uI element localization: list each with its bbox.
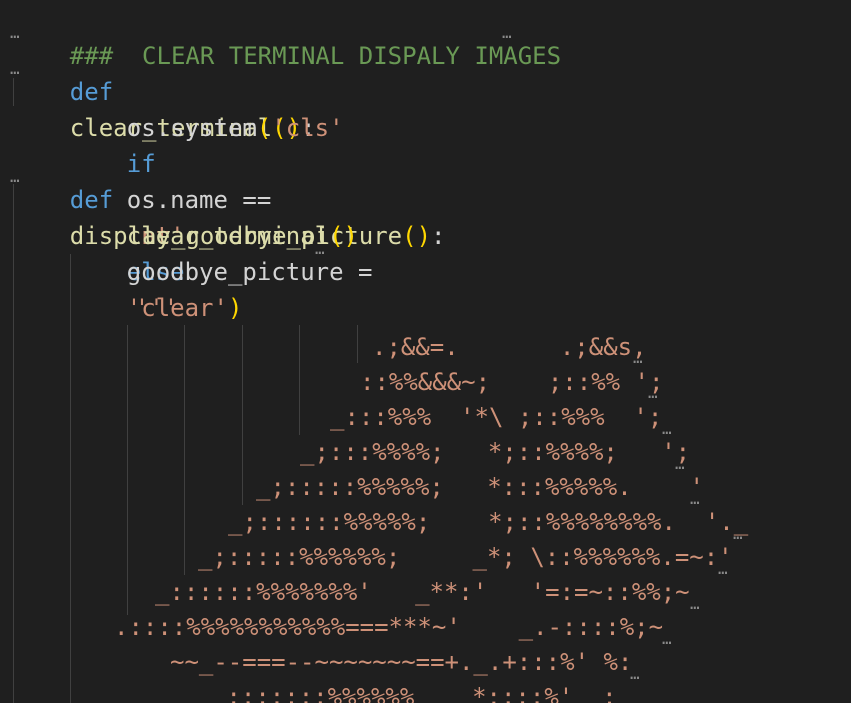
inline-hint-marker[interactable]: … bbox=[662, 421, 673, 437]
inline-hint-marker[interactable]: … bbox=[633, 350, 644, 366]
os-system-call: os.system bbox=[126, 114, 257, 142]
indent-guide bbox=[299, 325, 300, 435]
code-line-1[interactable]: ### CLEAR TERMINAL DISPALY IMAGES bbox=[12, 2, 561, 70]
indent-guide bbox=[242, 325, 243, 505]
code-editor[interactable]: ### CLEAR TERMINAL DISPALY IMAGES def cl… bbox=[0, 0, 851, 703]
inline-hint-marker[interactable]: … bbox=[315, 241, 326, 257]
ascii-art-line[interactable]: _;:::::%%%%%; *:::%%%%%. ' bbox=[256, 469, 704, 505]
ascii-art-line[interactable]: _;:::%%%%; *;::%%%%; '; bbox=[300, 434, 690, 470]
inline-hint-marker[interactable]: … bbox=[648, 385, 659, 401]
code-line-3[interactable]: os.system('cls' if os.name == 'nt' else … bbox=[69, 74, 344, 322]
inline-hint-marker[interactable]: … bbox=[690, 596, 701, 612]
variable-assignment: goodbye_picture = bbox=[126, 258, 373, 286]
indent-guide bbox=[184, 325, 185, 575]
ascii-art-line[interactable]: _;:::::%%%%%%; _*; \::%%%%%%.=~:' bbox=[198, 539, 733, 575]
inline-hint-marker[interactable]: … bbox=[662, 631, 673, 647]
colon: : bbox=[431, 222, 446, 250]
triple-quote: ''' bbox=[134, 294, 179, 322]
code-line-6[interactable]: clear_terminal() bbox=[69, 182, 358, 250]
paren-open: ( bbox=[256, 114, 272, 142]
string-cls: 'cls' bbox=[271, 114, 344, 142]
ascii-art-line[interactable]: .;&&=. .;&&s, bbox=[372, 329, 647, 365]
ascii-art-line[interactable]: ::%%&&&~; ;::%% '; bbox=[360, 364, 663, 400]
ascii-art-line[interactable]: _:::%%% '*\ ;::%%% '; bbox=[330, 399, 662, 435]
code-line-5[interactable]: def display_goodbye_picture(): bbox=[12, 146, 446, 250]
code-line-7[interactable]: goodbye_picture = ''' bbox=[69, 218, 373, 322]
inline-hint-marker[interactable]: … bbox=[690, 491, 701, 507]
ascii-art-line[interactable]: ~~_--===--~~~~~~~==+._.+:::%' %: bbox=[170, 644, 632, 680]
indent-guide bbox=[127, 325, 128, 615]
inline-hint-marker[interactable]: … bbox=[675, 456, 686, 472]
paren-close: ) bbox=[227, 294, 243, 322]
parentheses: () bbox=[402, 222, 432, 250]
inline-hint-marker[interactable]: … bbox=[718, 561, 729, 577]
inline-hint-marker[interactable]: … bbox=[10, 169, 21, 185]
inline-hint-marker[interactable]: … bbox=[630, 666, 641, 682]
inline-hint-marker[interactable]: … bbox=[10, 25, 21, 41]
ascii-art-line[interactable]: _:::::::%%%%%% *;:::%' ; bbox=[212, 679, 617, 703]
ascii-art-line[interactable]: _;::::::%%%%%; *;::%%%%%%%%. '._ bbox=[228, 504, 748, 540]
ascii-art-line[interactable]: _::::::%%%%%%%' _**:' '=:=~::%%;~ bbox=[155, 574, 690, 610]
indent-guide bbox=[357, 325, 358, 363]
ascii-art-line[interactable]: .::::%%%%%%%%%%%===***~' _.-::::%;~ bbox=[114, 609, 663, 645]
code-line-2[interactable]: def clear_terminal(): bbox=[12, 38, 316, 142]
inline-hint-marker[interactable]: … bbox=[10, 61, 21, 77]
inline-hint-marker[interactable]: … bbox=[502, 25, 513, 41]
inline-hint-marker[interactable]: … bbox=[733, 526, 744, 542]
